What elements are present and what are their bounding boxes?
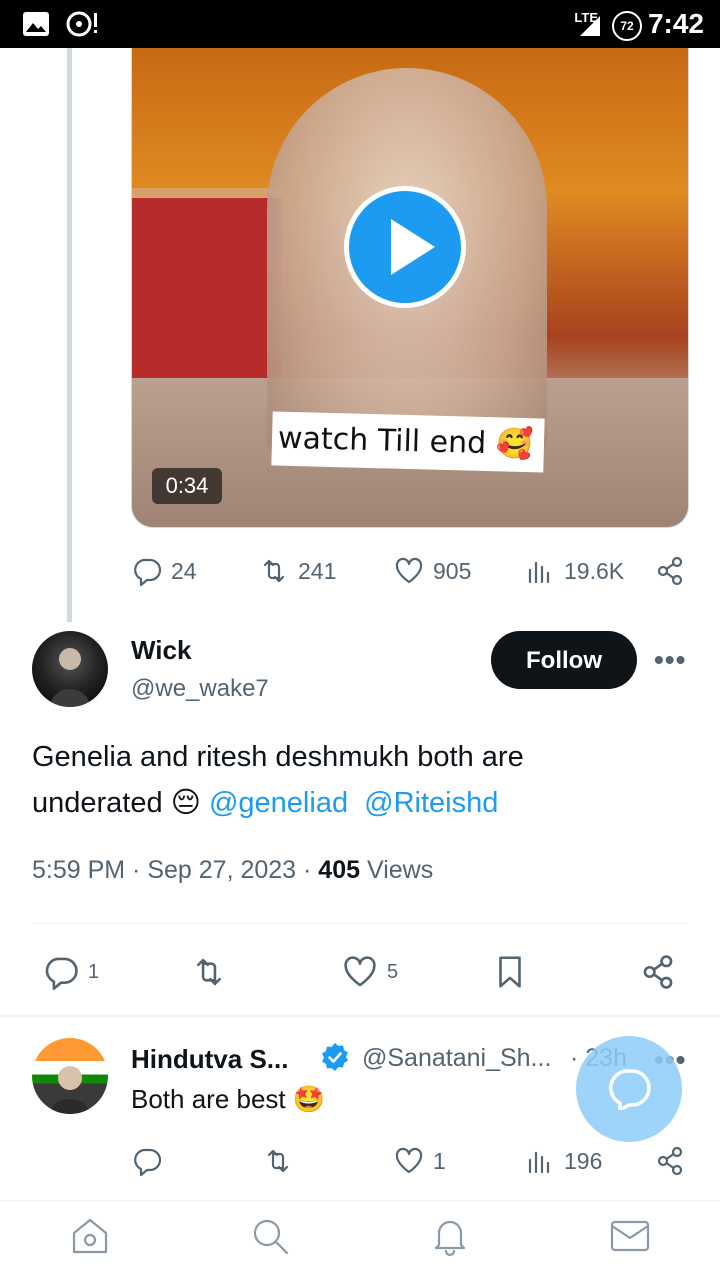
tweet-reply-action[interactable]: 1 xyxy=(42,953,99,991)
heart-icon xyxy=(395,557,423,584)
tweet-reply-count: 1 xyxy=(88,960,100,983)
follow-button[interactable]: Follow xyxy=(491,631,637,689)
reply-icon xyxy=(134,558,162,587)
views-action[interactable]: 19.6K xyxy=(524,555,624,587)
author-name[interactable]: Wick xyxy=(131,635,191,666)
mention-link[interactable]: @Riteishd xyxy=(364,787,498,819)
reply-like-action[interactable]: 1 xyxy=(393,1145,446,1177)
play-icon xyxy=(391,219,435,275)
search-tab[interactable] xyxy=(249,1215,291,1257)
reply-body: Both are best xyxy=(131,1084,286,1114)
avatar[interactable] xyxy=(32,631,108,707)
reply-count: 24 xyxy=(171,557,197,584)
author-handle[interactable]: @we_wake7 xyxy=(131,675,269,703)
tweet-views-label: Views xyxy=(366,856,434,884)
tweet-like-count: 5 xyxy=(387,960,399,983)
messages-tab[interactable] xyxy=(609,1215,651,1257)
home-icon xyxy=(72,1218,108,1254)
chat-bubble-icon xyxy=(609,1069,651,1110)
reply-author-name[interactable]: Hindutva S... xyxy=(131,1044,288,1075)
tweet-text: Genelia and ritesh deshmukh both are und… xyxy=(32,734,652,826)
video-duration: 0:34 xyxy=(152,468,222,504)
video-player[interactable]: watch Till end 🥰 0:34 xyxy=(131,48,689,528)
heart-icon xyxy=(344,956,376,987)
thread-connector xyxy=(67,48,72,622)
reply-author-handle[interactable]: @Sanatani_Sh... xyxy=(362,1044,551,1073)
search-icon xyxy=(253,1219,289,1255)
divider xyxy=(0,1015,720,1017)
home-tab[interactable] xyxy=(69,1215,111,1257)
tweet-retweet-action[interactable] xyxy=(190,953,228,991)
reply-retweet-action[interactable] xyxy=(262,1145,294,1177)
tweet-emoji: 😔 xyxy=(170,787,201,819)
share-icon xyxy=(657,1146,683,1176)
play-button[interactable] xyxy=(344,186,466,308)
verified-badge-icon xyxy=(322,1043,348,1071)
signal-icon xyxy=(580,16,600,36)
like-action[interactable]: 905 xyxy=(393,555,471,587)
disc-alert-icon xyxy=(66,11,97,37)
reply-icon xyxy=(134,1148,162,1177)
mail-icon xyxy=(610,1220,650,1252)
retweet-icon xyxy=(263,559,285,583)
status-bar: LTE 72 7:42 xyxy=(0,0,720,48)
bookmark-action[interactable] xyxy=(491,953,529,991)
battery-indicator: 72 xyxy=(612,11,642,41)
views-icon xyxy=(528,561,550,584)
share-action[interactable] xyxy=(654,555,686,587)
views-icon xyxy=(528,1151,550,1174)
reply-avatar[interactable] xyxy=(32,1038,108,1114)
views-count: 19.6K xyxy=(564,557,625,584)
reply-views-action[interactable]: 196 xyxy=(524,1145,602,1177)
retweet-icon xyxy=(197,958,221,986)
mention-link[interactable]: @geneliad xyxy=(209,787,348,819)
profile-photo xyxy=(50,1066,90,1114)
bell-icon xyxy=(434,1220,466,1257)
video-caption-text: watch Till end xyxy=(277,420,487,462)
more-options-icon[interactable]: ••• xyxy=(654,644,686,676)
reply-action[interactable]: 24 xyxy=(131,555,197,587)
divider xyxy=(32,923,688,924)
tweet-share-action[interactable] xyxy=(639,953,677,991)
share-icon xyxy=(657,556,683,586)
compose-reply-button[interactable] xyxy=(576,1036,682,1142)
bookmark-icon xyxy=(499,956,521,988)
tweet-like-action[interactable]: 5 xyxy=(341,953,398,991)
reply-text: Both are best 🤩 xyxy=(131,1084,325,1115)
reply-share-action[interactable] xyxy=(654,1145,686,1177)
tweet-meta: 5:59 PM · Sep 27, 2023 · 405 Views xyxy=(32,856,434,884)
heart-icon xyxy=(395,1147,423,1174)
share-icon xyxy=(643,955,673,989)
notifications-tab[interactable] xyxy=(429,1215,471,1257)
tweet-views-count: 405 xyxy=(318,856,361,884)
video-caption: watch Till end 🥰 xyxy=(271,411,545,473)
like-count: 905 xyxy=(433,557,472,584)
reply-icon xyxy=(45,957,78,990)
reply-emoji: 🤩 xyxy=(292,1084,326,1114)
tweet-time[interactable]: 5:59 PM xyxy=(32,856,125,884)
bottom-navigation xyxy=(0,1200,720,1281)
retweet-icon xyxy=(267,1149,289,1173)
reply-like-count: 1 xyxy=(433,1147,446,1174)
retweet-count: 241 xyxy=(298,557,337,584)
gallery-icon xyxy=(23,12,49,36)
video-caption-emoji: 🥰 xyxy=(495,426,534,463)
clock: 7:42 xyxy=(647,8,704,39)
reply-views-count: 196 xyxy=(564,1147,603,1174)
retweet-action[interactable]: 241 xyxy=(258,555,336,587)
tweet-date[interactable]: Sep 27, 2023 xyxy=(147,856,296,884)
reply-reply-action[interactable] xyxy=(131,1145,163,1177)
profile-photo xyxy=(50,648,90,707)
